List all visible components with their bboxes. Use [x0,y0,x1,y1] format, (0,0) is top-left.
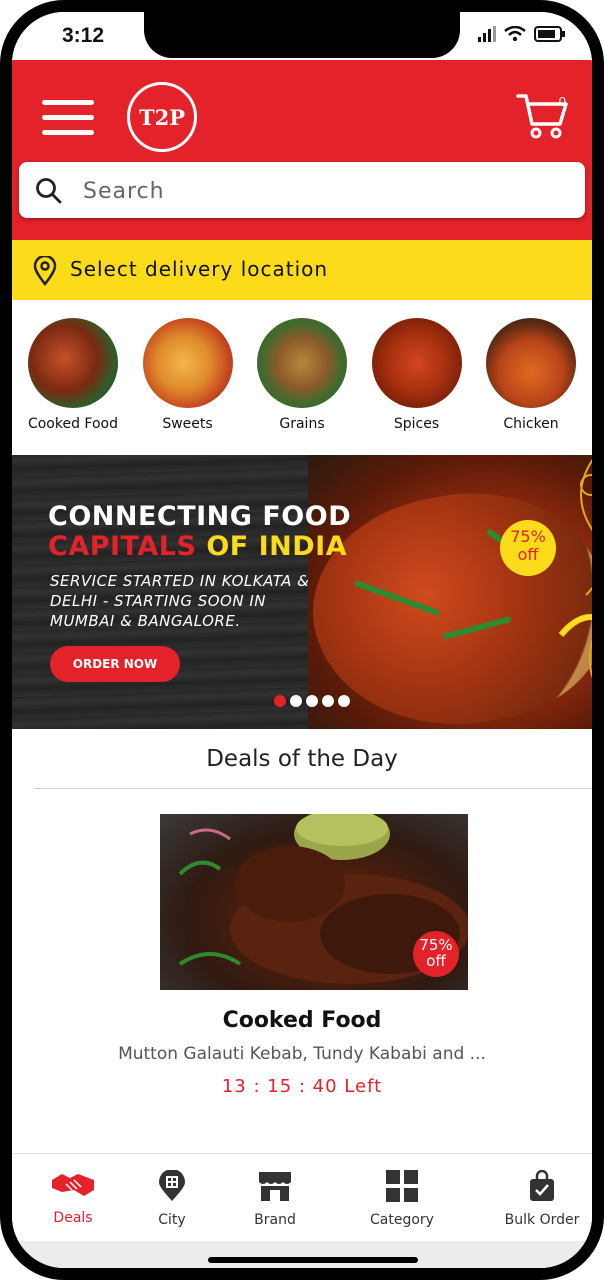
notch [144,12,460,58]
nav-label: Brand [254,1212,296,1228]
city-pin-icon [159,1169,185,1201]
nav-bulk-order[interactable]: Bulk Order [498,1169,586,1228]
category-image [486,318,576,408]
carousel-dot[interactable] [322,695,334,707]
deal-badge-off: off [426,952,446,970]
brand-logo[interactable]: T2P [127,82,197,152]
menu-icon[interactable] [42,100,96,136]
location-label: Select delivery location [70,257,329,281]
carousel-dot[interactable] [274,695,286,707]
handshake-icon [52,1174,94,1196]
wifi-icon [504,26,526,42]
decorative-ornament [558,459,592,679]
search-bar[interactable] [19,162,585,218]
category-label: Grains [279,416,325,432]
carousel-dots [274,695,350,707]
nav-category[interactable]: Category [362,1170,442,1228]
banner-discount-badge: 75% off [500,520,556,576]
carousel-dot[interactable] [290,695,302,707]
nav-label: Bulk Order [504,1212,580,1228]
status-icons [478,26,566,42]
home-indicator[interactable] [208,1257,418,1263]
battery-icon [534,26,565,42]
banner-title-line2: CAPITALS OF INDIA [48,531,347,562]
category-spices[interactable]: Spices [360,300,474,455]
deals-section-title: Deals of the Day [206,746,398,772]
deal-discount-badge: 75% off [413,931,459,977]
category-image [142,318,233,408]
phone-frame: 3:12 T2P 0 Select delivery location [0,0,604,1280]
deal-badge-pct: 75% [419,936,453,954]
category-label: Chicken [503,416,559,432]
cart-count: 0 [558,94,566,109]
deal-item-name[interactable]: Cooked Food [12,1008,592,1033]
home-indicator-area [12,1241,592,1268]
order-now-button[interactable]: ORDER NOW [50,646,180,682]
location-pin-icon [33,256,57,286]
deal-item-description: Mutton Galauti Kebab, Tundy Kababi and .… [118,1044,486,1064]
category-image [371,318,462,408]
category-image [28,318,118,408]
banner-title: CONNECTING FOOD [48,501,352,532]
signal-icon [478,26,496,42]
category-label: Cooked Food [27,416,119,432]
nav-brand[interactable]: Brand [244,1170,306,1228]
app-screen: 3:12 T2P 0 Select delivery location [12,12,592,1268]
banner-badge-pct: 75% [510,527,546,546]
store-icon [259,1172,291,1201]
banner-subtitle: SERVICE STARTED IN KOLKATA & DELHI - STA… [50,572,310,630]
search-input[interactable] [81,170,565,212]
carousel-dot[interactable] [338,695,350,707]
category-label: Spices [393,416,440,432]
shopping-bag-icon [530,1169,554,1201]
nav-label: City [158,1212,186,1228]
nav-label: Deals [53,1210,93,1226]
delivery-location-bar[interactable]: Select delivery location [12,240,592,300]
promo-banner[interactable]: CONNECTING FOOD CAPITALS OF INDIA SERVIC… [12,455,592,729]
grid-icon [386,1170,418,1202]
status-time: 3:12 [62,24,105,47]
search-icon [36,178,62,204]
banner-badge-off: off [517,545,539,564]
category-cooked-food[interactable]: Cooked Food [16,300,130,455]
category-grains[interactable]: Grains [245,300,359,455]
nav-label: Category [370,1212,434,1228]
category-strip: Cooked Food Sweets Grains Spices Chicken [12,300,592,455]
status-bar: 3:12 [12,12,592,60]
banner-title-of-india: OF INDIA [196,531,348,562]
category-chicken[interactable]: Chicken [474,300,588,455]
app-header: T2P 0 [12,60,592,240]
category-label: Sweets [162,416,213,432]
category-image [257,318,347,408]
bottom-navigation: Deals City Brand Category Bulk Order [12,1153,592,1242]
banner-title-capitals: CAPITALS [48,531,197,562]
category-sweets[interactable]: Sweets [131,300,245,455]
section-divider [34,788,592,789]
deal-countdown-timer: 13 : 15 : 40 Left [221,1076,383,1097]
nav-deals[interactable]: Deals [40,1170,106,1226]
carousel-dot[interactable] [306,695,318,707]
nav-city[interactable]: City [142,1169,202,1228]
